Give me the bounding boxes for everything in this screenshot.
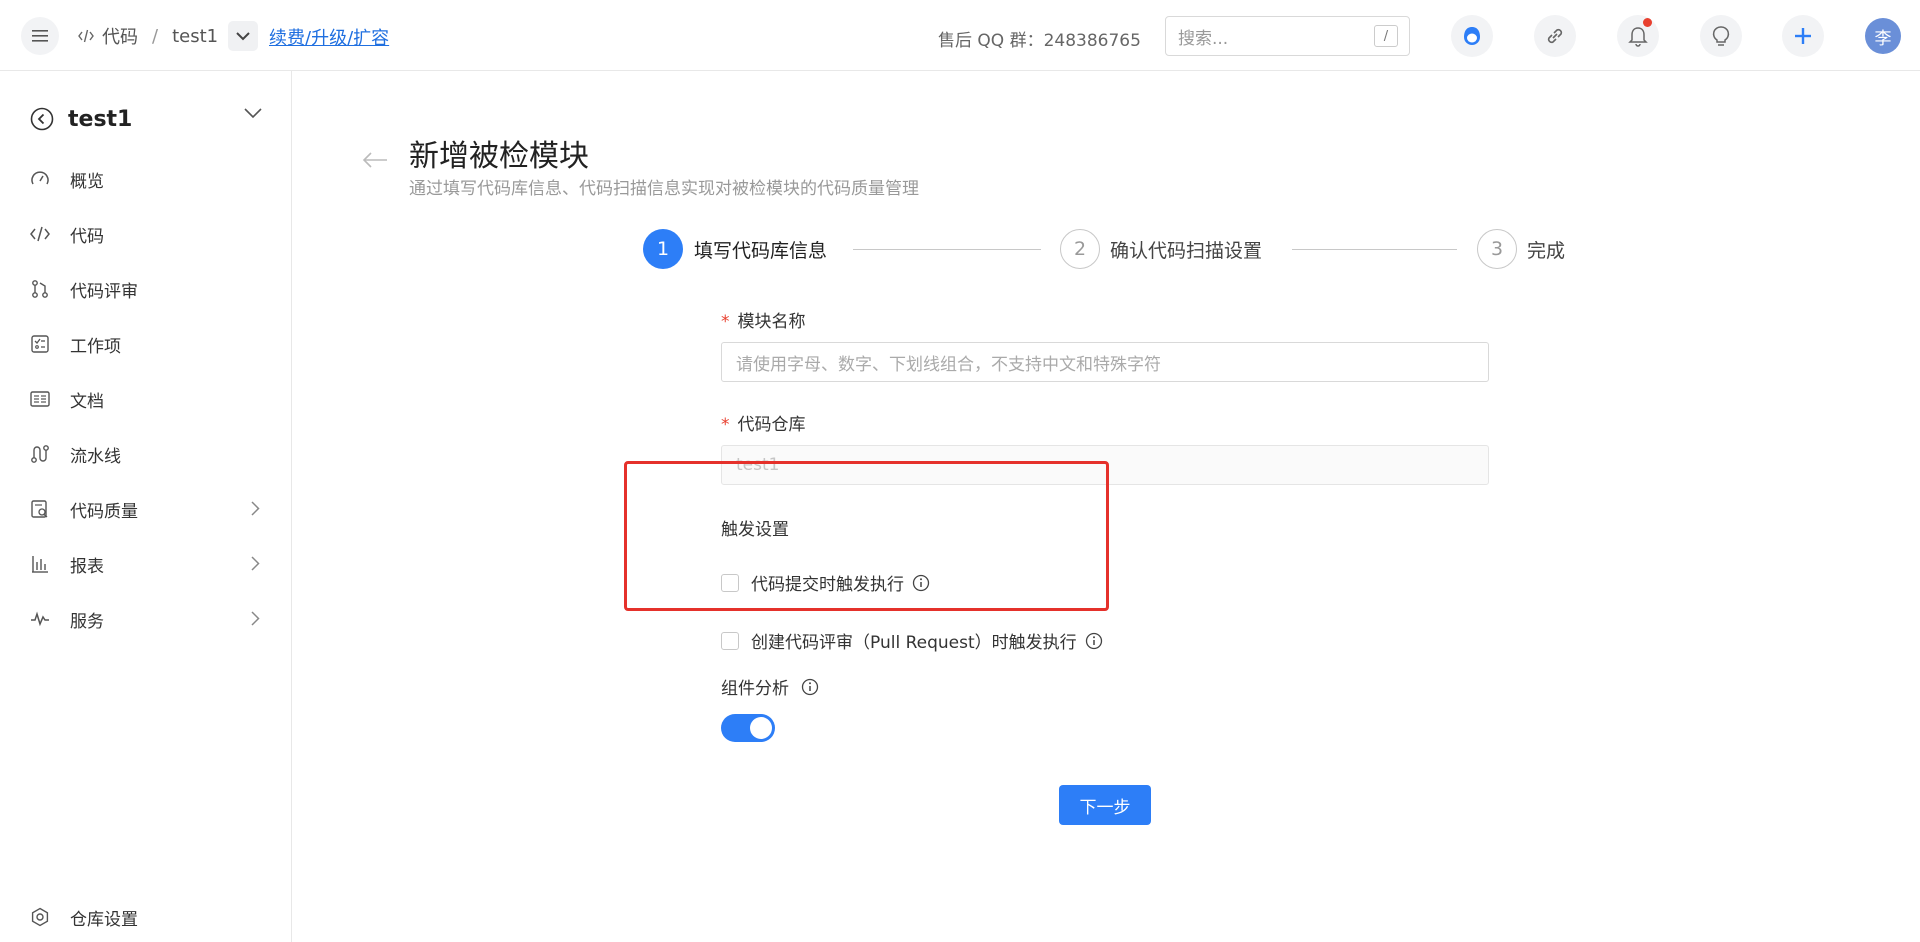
link-icon — [1547, 28, 1563, 44]
repo-label: * 代码仓库 — [721, 410, 806, 435]
step-3-label: 完成 — [1527, 240, 1566, 262]
step-2-label: 确认代码扫描设置 — [1110, 240, 1263, 262]
sidebar-item-docs[interactable]: 文档 — [0, 379, 292, 419]
link-button[interactable] — [1534, 15, 1576, 57]
component-analysis-label: 组件分析 — [721, 674, 819, 699]
bar-chart-icon — [30, 554, 50, 574]
document-icon — [30, 389, 50, 409]
sidebar-item-pipeline[interactable]: 流水线 — [0, 434, 292, 474]
search-box[interactable]: 搜索... / — [1165, 16, 1410, 56]
step-1-label: 填写代码库信息 — [694, 240, 828, 262]
required-mark: * — [721, 312, 730, 332]
trigger-pr-checkbox[interactable] — [721, 631, 739, 650]
required-mark: * — [721, 415, 730, 435]
sidebar: test1 概览 代码 代码评审 工作项 文档 流水线 代码质量 报表 服务 仓… — [0, 71, 292, 942]
sidebar-item-label: 报表 — [70, 556, 104, 577]
chevron-right-icon — [251, 556, 260, 571]
gauge-icon — [30, 169, 50, 189]
sidebar-item-code-quality[interactable]: 代码质量 — [0, 489, 292, 529]
project-name: test1 — [68, 106, 133, 132]
info-icon[interactable] — [1085, 632, 1103, 650]
trigger-pr-label: 创建代码评审（Pull Request）时触发执行 — [751, 633, 1077, 653]
repo-dropdown-button[interactable] — [228, 21, 259, 51]
breadcrumb-repo[interactable]: test1 — [172, 26, 218, 47]
back-circle-icon[interactable] — [30, 107, 54, 131]
code-icon — [30, 224, 50, 244]
step-2-indicator: 2 — [1060, 229, 1100, 269]
hamburger-icon — [32, 30, 48, 42]
step-connector — [1292, 249, 1457, 250]
code-icon — [78, 29, 94, 43]
task-list-icon — [30, 334, 50, 354]
tips-button[interactable] — [1700, 15, 1742, 57]
module-name-label: * 模块名称 — [721, 307, 806, 332]
pipeline-icon — [30, 444, 50, 464]
sidebar-item-overview[interactable]: 概览 — [0, 159, 292, 199]
module-name-label-text: 模块名称 — [737, 312, 806, 332]
breadcrumb-separator: / — [152, 25, 159, 47]
trigger-pr-option[interactable]: 创建代码评审（Pull Request）时触发执行 — [721, 628, 1103, 653]
sidebar-item-services[interactable]: 服务 — [0, 599, 292, 639]
merge-request-icon — [30, 279, 50, 299]
sidebar-item-repo-settings[interactable]: 仓库设置 — [0, 897, 292, 937]
quality-scan-icon — [30, 499, 50, 519]
notification-dot — [1643, 18, 1652, 27]
sidebar-item-label: 流水线 — [70, 446, 121, 467]
notifications-button[interactable] — [1617, 15, 1659, 57]
user-avatar[interactable]: 李 — [1865, 18, 1901, 54]
create-button[interactable] — [1782, 15, 1824, 57]
sidebar-item-label: 代码 — [70, 226, 104, 247]
repo-label-text: 代码仓库 — [737, 415, 806, 435]
highlight-annotation-box — [624, 461, 1109, 611]
sidebar-item-label: 代码评审 — [70, 281, 138, 302]
sidebar-item-label: 文档 — [70, 391, 104, 412]
sidebar-item-label: 代码质量 — [70, 501, 138, 522]
back-arrow-icon[interactable] — [362, 151, 388, 169]
sidebar-item-code-review[interactable]: 代码评审 — [0, 269, 292, 309]
top-bar: 代码 / test1 续费/升级/扩容 售后 QQ 群：248386765 搜索… — [0, 0, 1920, 71]
info-icon[interactable] — [801, 678, 819, 696]
sidebar-item-label: 概览 — [70, 171, 104, 192]
component-analysis-label-text: 组件分析 — [721, 679, 789, 699]
pulse-icon — [30, 609, 50, 629]
sidebar-item-label: 仓库设置 — [70, 909, 138, 930]
sidebar-item-code[interactable]: 代码 — [0, 214, 292, 254]
gear-icon — [30, 907, 50, 927]
step-connector — [853, 249, 1041, 250]
next-step-button[interactable]: 下一步 — [1059, 785, 1151, 825]
project-switcher[interactable]: test1 — [30, 104, 262, 134]
assistant-button[interactable] — [1451, 15, 1493, 57]
lightbulb-icon — [1712, 26, 1730, 46]
chevron-down-icon — [236, 31, 250, 40]
bot-avatar-icon — [1464, 27, 1480, 45]
chevron-right-icon — [251, 611, 260, 626]
breadcrumb: 代码 / test1 — [78, 21, 259, 51]
menu-button[interactable] — [21, 17, 59, 55]
page-subtitle: 通过填写代码库信息、代码扫描信息实现对被检模块的代码质量管理 — [409, 179, 919, 199]
module-name-input[interactable]: 请使用字母、数字、下划线组合，不支持中文和特殊字符 — [721, 342, 1489, 382]
search-input[interactable]: 搜索... — [1178, 24, 1228, 49]
step-1-indicator: 1 — [643, 229, 683, 269]
renew-upgrade-link[interactable]: 续费/升级/扩容 — [269, 24, 389, 50]
search-shortcut-hint: / — [1374, 25, 1398, 47]
chevron-right-icon — [251, 501, 260, 516]
bell-icon — [1628, 27, 1648, 47]
sidebar-item-work-items[interactable]: 工作项 — [0, 324, 292, 364]
sidebar-item-label: 工作项 — [70, 336, 121, 357]
plus-icon — [1795, 28, 1811, 44]
qq-group-info: 售后 QQ 群：248386765 — [938, 31, 1141, 51]
main-content: 新增被检模块 通过填写代码库信息、代码扫描信息实现对被检模块的代码质量管理 1 … — [292, 71, 1920, 942]
step-3-indicator: 3 — [1477, 229, 1517, 269]
module-name-placeholder: 请使用字母、数字、下划线组合，不支持中文和特殊字符 — [736, 354, 1161, 375]
sidebar-item-label: 服务 — [70, 611, 104, 632]
sidebar-item-reports[interactable]: 报表 — [0, 544, 292, 584]
chevron-down-icon — [244, 108, 262, 119]
toggle-knob — [750, 717, 772, 739]
breadcrumb-code[interactable]: 代码 — [102, 23, 138, 49]
page-title: 新增被检模块 — [409, 139, 589, 174]
component-analysis-toggle[interactable] — [721, 714, 775, 742]
